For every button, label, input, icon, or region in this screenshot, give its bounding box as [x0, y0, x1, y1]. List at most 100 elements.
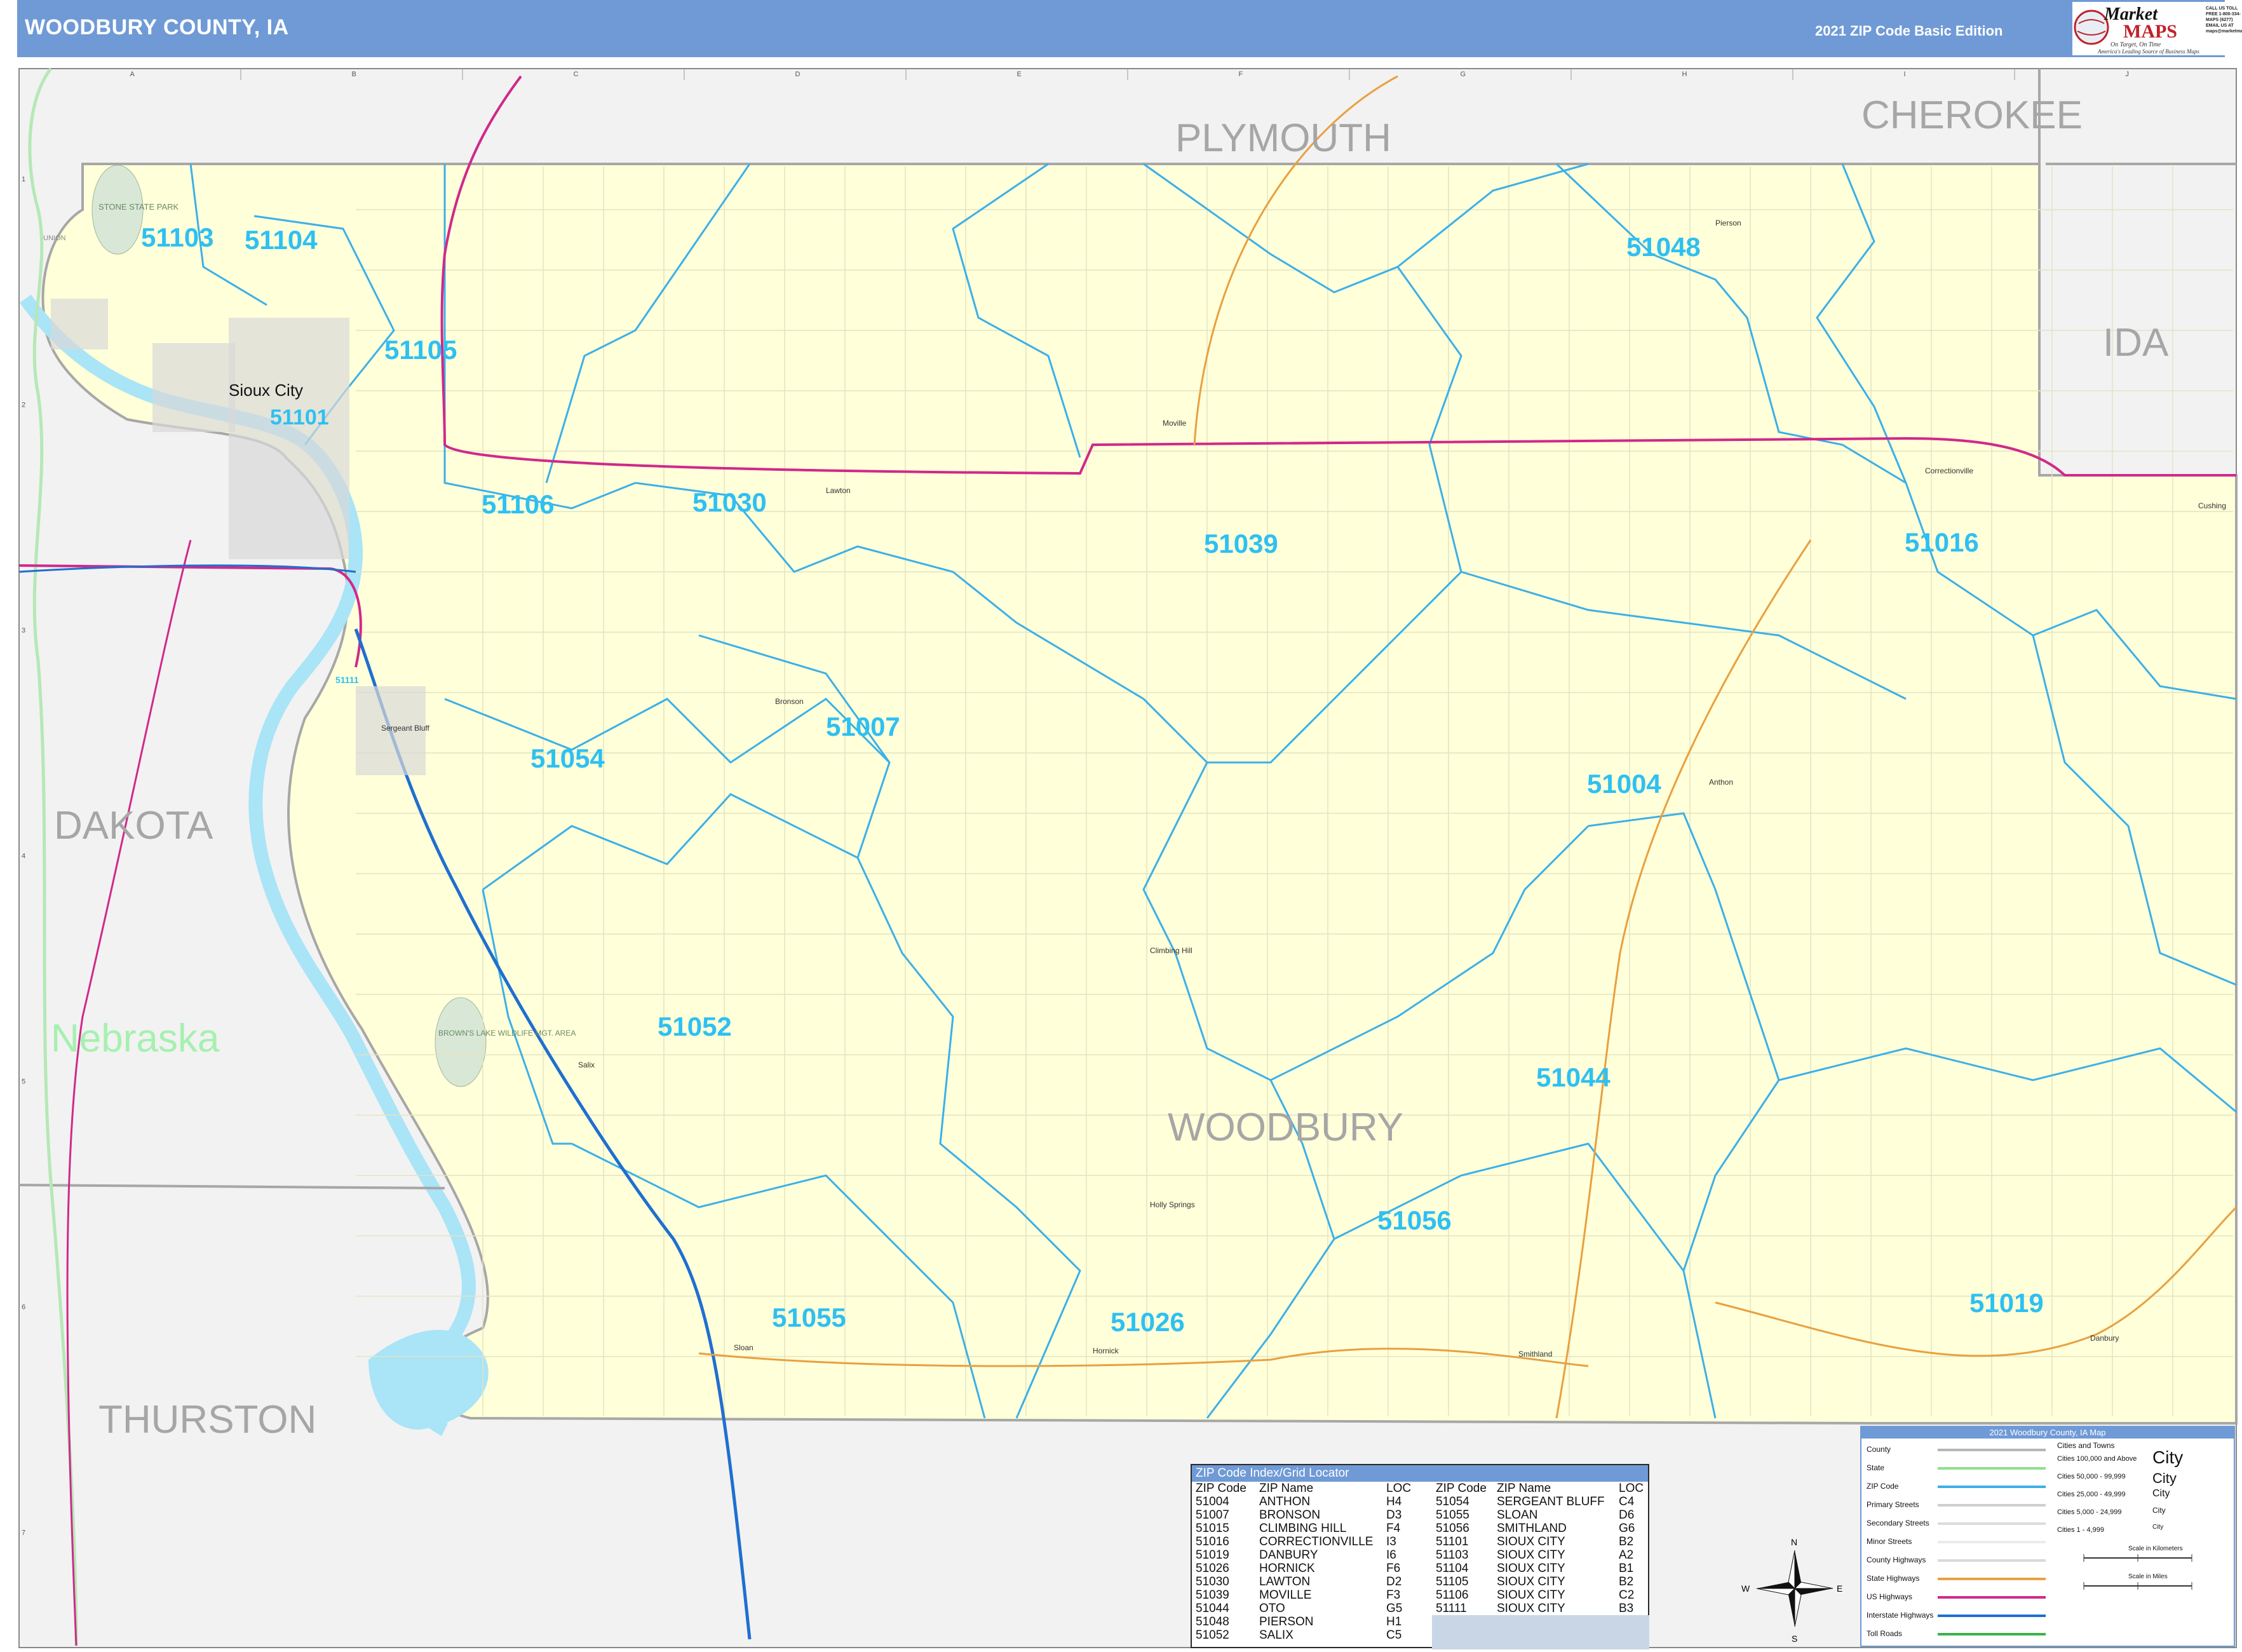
zip-label: 51048 — [1626, 232, 1701, 262]
zip-code-cell: 51104 — [1436, 1562, 1469, 1575]
zip-name-cell: OTO — [1259, 1602, 1285, 1615]
zip-code-cell: 51015 — [1196, 1522, 1229, 1535]
header-loc: LOC — [1619, 1482, 1644, 1495]
zip-code-cell: 51030 — [1196, 1575, 1229, 1588]
zip-index-row: 51030 LAWTON D2 — [1192, 1575, 1427, 1588]
county-label-ida: IDA — [2103, 321, 2169, 365]
grid-column-label: G — [1461, 71, 1466, 78]
zip-code-cell: 51056 — [1436, 1522, 1469, 1535]
grid-column-label: I — [1904, 71, 1906, 78]
county-label-woodbury: WOODBURY — [1168, 1106, 1403, 1149]
legend-item: US Highways — [1861, 1588, 2052, 1606]
zip-index-header: ZIP Code ZIP Name LOC — [1432, 1482, 1649, 1495]
zip-index-row: 51105 SIOUX CITY B2 — [1432, 1575, 1649, 1588]
zip-index-row: 51056 SMITHLAND G6 — [1432, 1522, 1649, 1535]
zip-loc-cell: B2 — [1619, 1535, 1634, 1548]
legend-city-label: Cities 1 - 4,999 — [2057, 1526, 2104, 1534]
zip-name-cell: MOVILLE — [1259, 1588, 1312, 1602]
legend-cities-title: Cities and Towns — [2057, 1441, 2115, 1450]
grid-row-label: 3 — [22, 627, 25, 635]
zip-index-row: 51052 SALIX C5 — [1192, 1628, 1427, 1642]
zip-name-cell: DANBURY — [1259, 1548, 1318, 1562]
zip-label: 51007 — [826, 712, 900, 741]
zip-index-row: 51039 MOVILLE F3 — [1192, 1588, 1427, 1602]
zip-code-cell: 51048 — [1196, 1615, 1229, 1628]
zip-code-cell: 51106 — [1436, 1588, 1469, 1602]
zip-label: 51016 — [1905, 527, 1979, 557]
header-zip-code: ZIP Code — [1436, 1482, 1487, 1495]
legend-swatch — [1938, 1449, 2046, 1451]
zip-label: 51106 — [482, 489, 554, 519]
zip-code-cell: 51016 — [1196, 1535, 1229, 1548]
zip-code-cell: 51055 — [1436, 1508, 1469, 1522]
zip-index-row: 51004 ANTHON H4 — [1192, 1495, 1427, 1508]
legend-city-tier: Cities 1 - 4,999 City — [2057, 1524, 2235, 1539]
zip-name-cell: SIOUX CITY — [1497, 1575, 1565, 1588]
legend-item-label: Interstate Highways — [1867, 1611, 1934, 1620]
grid-row-label: 6 — [22, 1304, 25, 1311]
legend-swatch — [1938, 1522, 2046, 1525]
legend-city-sample: City — [2152, 1470, 2177, 1486]
legend-swatch — [1938, 1596, 2046, 1599]
zip-code-cell: 51007 — [1196, 1508, 1229, 1522]
zip-label: 51044 — [1536, 1062, 1611, 1092]
grid-column-label: E — [1017, 71, 1022, 78]
zip-index-row: 51007 BRONSON D3 — [1192, 1508, 1427, 1522]
zip-name-cell: SIOUX CITY — [1497, 1535, 1565, 1548]
zip-code-cell: 51054 — [1436, 1495, 1469, 1508]
zip-index-filler — [1432, 1615, 1649, 1649]
zip-code-index: ZIP Code Index/Grid Locator ZIP Code ZIP… — [1191, 1464, 1649, 1649]
place-hornick: Hornick — [1093, 1346, 1119, 1355]
zip-index-row: 51101 SIOUX CITY B2 — [1432, 1535, 1649, 1548]
legend-item: Toll Roads — [1861, 1625, 2052, 1643]
legend-swatch — [1938, 1578, 2046, 1580]
zip-loc-cell: G6 — [1619, 1522, 1635, 1535]
zip-name-cell: SMITHLAND — [1497, 1522, 1567, 1535]
zip-loc-cell: I6 — [1386, 1548, 1396, 1562]
zip-name-cell: CORRECTIONVILLE — [1259, 1535, 1374, 1548]
legend-item-label: Primary Streets — [1867, 1500, 1919, 1509]
legend-item: State — [1861, 1459, 2052, 1477]
zip-label: 51026 — [1111, 1307, 1185, 1337]
grid-column-label: A — [130, 71, 135, 78]
grid-column-label: C — [574, 71, 579, 78]
compass-e: E — [1837, 1583, 1842, 1594]
legend-item: Primary Streets — [1861, 1496, 2052, 1514]
zip-index-row: 51055 SLOAN D6 — [1432, 1508, 1649, 1522]
zip-index-row: 51111 SIOUX CITY B3 — [1432, 1602, 1649, 1615]
legend-city-sample: City — [2152, 1447, 2184, 1467]
place-bronson: Bronson — [775, 697, 804, 706]
zip-loc-cell: D6 — [1619, 1508, 1635, 1522]
zip-label: 51104 — [245, 225, 318, 255]
legend-swatch — [1938, 1559, 2046, 1562]
legend-item: Interstate Highways — [1861, 1607, 2052, 1625]
zip-name-cell: BRONSON — [1259, 1508, 1321, 1522]
zip-code-cell: 51026 — [1196, 1562, 1229, 1575]
zip-loc-cell: I3 — [1386, 1535, 1396, 1548]
legend-item-label: County Highways — [1867, 1555, 1926, 1564]
place-lawton: Lawton — [826, 486, 851, 495]
legend-item: County Highways — [1861, 1552, 2052, 1569]
header-zip-name: ZIP Name — [1497, 1482, 1551, 1495]
scale-bar-mi — [2083, 1582, 2192, 1590]
grid-row-label: 5 — [22, 1078, 25, 1086]
zip-label: 51054 — [530, 743, 605, 773]
legend-city-tier: Cities 5,000 - 24,999 City — [2057, 1506, 2235, 1521]
legend-item-label: Minor Streets — [1867, 1537, 1912, 1546]
grid-column-label: J — [2126, 71, 2130, 78]
zip-name-cell: SIOUX CITY — [1497, 1602, 1565, 1615]
header-loc: LOC — [1386, 1482, 1412, 1495]
place-correctionville: Correctionville — [1925, 466, 1973, 475]
compass-w: W — [1741, 1583, 1750, 1594]
legend-city-label: Cities 25,000 - 49,999 — [2057, 1491, 2126, 1498]
zip-loc-cell: B3 — [1619, 1602, 1634, 1615]
legend-city-tier: Cities 50,000 - 99,999 City — [2057, 1470, 2235, 1486]
zip-index-body: ZIP Code ZIP Name LOC 51004 ANTHON H4 51007… — [1192, 1482, 1649, 1649]
zip-index-row: 51048 PIERSON H1 — [1192, 1615, 1427, 1628]
place-union: UNION — [43, 234, 66, 242]
zip-label: 51103 — [141, 222, 213, 252]
county-label-dakota: DAKOTA — [54, 804, 213, 848]
zip-name-cell: SIOUX CITY — [1497, 1562, 1565, 1575]
legend-scale-km: Scale in Kilometers — [2128, 1545, 2183, 1552]
legend-swatch — [1938, 1541, 2046, 1543]
